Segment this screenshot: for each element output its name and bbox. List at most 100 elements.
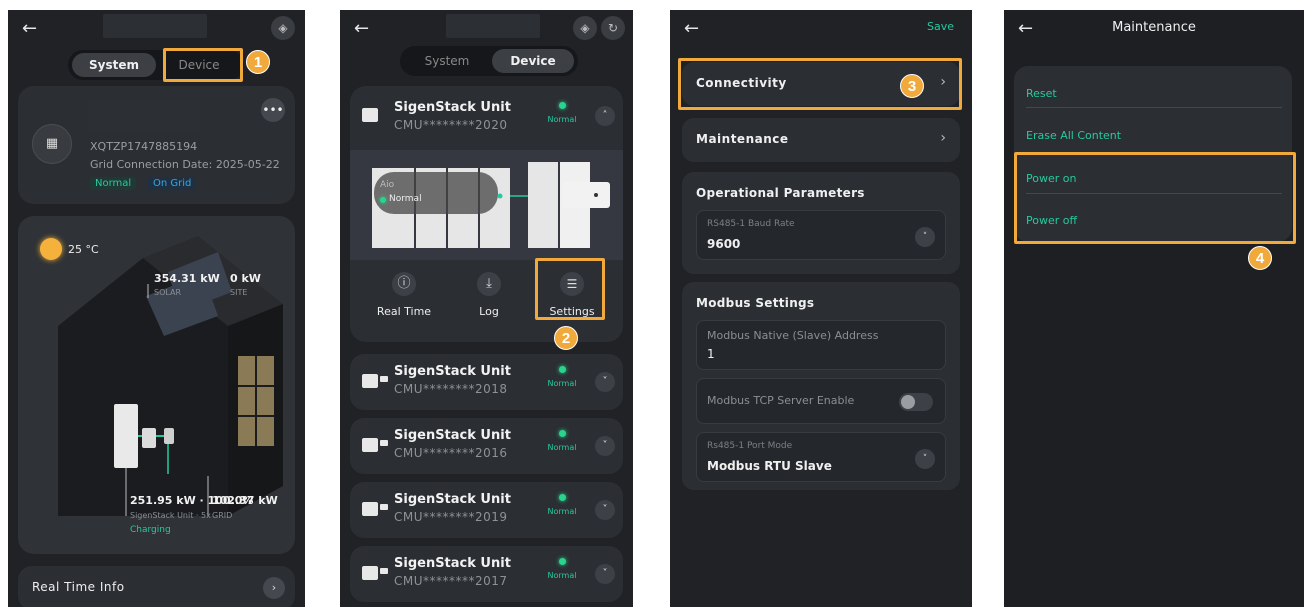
unit-status-text: Normal (547, 571, 577, 580)
action-real-time[interactable]: ⓘ Real Time (374, 272, 434, 319)
maintenance-screen: ← Maintenance Reset Erase All Content Po… (1004, 10, 1304, 607)
chevron-right-icon[interactable]: › (263, 577, 285, 599)
unit-name: SigenStack Unit (394, 364, 511, 379)
action-log-label: Log (479, 305, 499, 318)
erase-all-content-item[interactable]: Erase All Content (1014, 115, 1294, 157)
energy-flow-card: 25 °C 354.31 kW SOLAR 0 kW SITE 251.95 k… (18, 216, 295, 554)
callout-settings (535, 258, 605, 320)
unit-status: Normal (542, 366, 582, 388)
reset-item[interactable]: Reset (1014, 73, 1294, 115)
real-time-info-label: Real Time Info (32, 580, 125, 594)
save-button[interactable]: Save (927, 20, 954, 33)
erase-all-content-label: Erase All Content (1026, 129, 1122, 142)
back-arrow-icon[interactable]: ← (684, 18, 699, 40)
solar-power-value: 354.31 kW (154, 272, 220, 285)
back-arrow-icon[interactable]: ← (354, 18, 369, 40)
unit-row[interactable]: SigenStack Unit CMU********2019 Normal ˅ (350, 482, 623, 538)
top-bar: ← Maintenance (1004, 10, 1304, 50)
layers-icon[interactable]: ◈ (271, 16, 295, 40)
action-log[interactable]: ⤓ Log (464, 272, 514, 319)
maintenance-label: Maintenance (696, 132, 789, 146)
top-bar: ← Save (670, 10, 972, 50)
callout-badge-2: 2 (554, 326, 578, 350)
port-mode-select[interactable]: Rs485-1 Port Mode Modbus RTU Slave ˅ (696, 432, 946, 482)
modbus-tcp-toggle[interactable] (899, 393, 933, 411)
unit-serial: CMU********2020 (394, 118, 508, 132)
tab-system[interactable]: System (72, 53, 156, 77)
chevron-right-icon: › (940, 130, 946, 146)
unit-status: Normal (542, 102, 582, 124)
grid-connection-date: Grid Connection Date: 2025-05-22 (90, 158, 280, 171)
tab-system[interactable]: System (404, 49, 490, 73)
settings-screen: ← Save Connectivity › 3 Maintenance › Op… (670, 10, 972, 607)
unit-status: Normal (542, 558, 582, 580)
action-real-time-label: Real Time (376, 305, 432, 318)
aio-label: Aio (380, 180, 395, 190)
info-icon: ⓘ (392, 272, 416, 296)
tab-device[interactable]: Device (492, 49, 574, 73)
device-screen: ← ◈ ↻ System Device SigenStack Unit CMU*… (340, 10, 633, 607)
unit-icon (362, 566, 388, 580)
unit-status-text: Normal (547, 379, 577, 388)
unit-icon (362, 374, 388, 388)
unit-status-text: Normal (547, 507, 577, 516)
system-device-switch: System Device (400, 46, 578, 76)
modbus-address-label: Modbus Native (Slave) Address (707, 329, 879, 342)
maintenance-row[interactable]: Maintenance › (682, 118, 960, 162)
status-dot-icon (558, 430, 566, 437)
baud-rate-label: RS485-1 Baud Rate (707, 219, 795, 229)
reset-label: Reset (1026, 87, 1057, 100)
back-arrow-icon[interactable]: ← (22, 18, 37, 40)
chevron-down-icon[interactable]: ˅ (595, 372, 615, 392)
title-redacted (446, 14, 540, 38)
unit-row[interactable]: SigenStack Unit CMU********2018 Normal ˅ (350, 354, 623, 410)
baud-rate-select[interactable]: RS485-1 Baud Rate 9600 ˅ (696, 210, 946, 260)
page-title: Maintenance (1112, 20, 1196, 35)
callout-power-options (1014, 152, 1296, 244)
unit-row[interactable]: SigenStack Unit CMU********2017 Normal ˅ (350, 546, 623, 602)
unit-row[interactable]: SigenStack Unit CMU********2016 Normal ˅ (350, 418, 623, 474)
status-dot-icon (558, 558, 566, 565)
chevron-down-icon[interactable]: ˅ (595, 564, 615, 584)
baud-rate-value: 9600 (707, 237, 741, 251)
modbus-settings-title: Modbus Settings (696, 296, 815, 310)
status-normal-badge: Normal (90, 177, 137, 190)
aio-status: Normal (389, 194, 422, 204)
chevron-down-icon[interactable]: ˅ (595, 500, 615, 520)
unit-icon (362, 438, 388, 452)
grid-label: GRID (212, 511, 233, 520)
modbus-tcp-row: Modbus TCP Server Enable (696, 378, 946, 424)
callout-badge-3: 3 (900, 74, 924, 98)
status-dot-icon (558, 366, 566, 373)
battery-stack-illustration (372, 162, 610, 248)
site-label: SITE (230, 288, 248, 297)
unit-status-text: Normal (547, 115, 577, 124)
port-mode-label: Rs485-1 Port Mode (707, 441, 793, 451)
aio-status-dot-icon (380, 197, 386, 203)
unit-serial: CMU********2016 (394, 446, 508, 460)
download-icon: ⤓ (477, 272, 501, 296)
unit-name: SigenStack Unit (394, 492, 511, 507)
unit-icon (362, 502, 388, 516)
refresh-icon[interactable]: ↻ (601, 16, 625, 40)
unit-icon (362, 108, 378, 122)
more-icon[interactable]: ••• (261, 98, 285, 122)
unit-serial: CMU********2018 (394, 382, 508, 396)
modbus-address-field[interactable]: Modbus Native (Slave) Address 1 (696, 320, 946, 370)
battery-label: SigenStack Unit · 5x (130, 511, 211, 520)
station-card: ••• ▦ XQTZP1747885194 Grid Connection Da… (18, 86, 295, 204)
layers-icon[interactable]: ◈ (573, 16, 597, 40)
solar-label: SOLAR (154, 288, 182, 297)
port-mode-value: Modbus RTU Slave (707, 459, 832, 473)
callout-badge-4: 4 (1248, 246, 1272, 270)
operational-parameters-title: Operational Parameters (696, 186, 865, 200)
status-on-grid-badge: On Grid (148, 177, 197, 190)
status-dot-icon (558, 494, 566, 501)
chevron-down-icon[interactable]: ˅ (595, 436, 615, 456)
chevron-down-icon: ˅ (915, 227, 935, 247)
unit-name: SigenStack Unit (394, 100, 511, 115)
chevron-up-icon[interactable]: ˄ (595, 106, 615, 126)
real-time-info-row[interactable]: Real Time Info › (18, 566, 295, 607)
unit-name: SigenStack Unit (394, 428, 511, 443)
top-bar: ← ◈ (8, 10, 305, 50)
